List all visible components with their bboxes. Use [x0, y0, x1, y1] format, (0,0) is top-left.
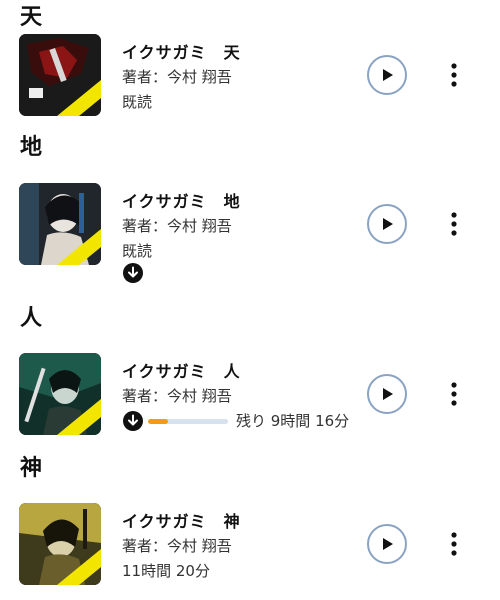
more-options-button[interactable]	[440, 55, 468, 95]
book-cover[interactable]	[19, 353, 101, 435]
play-icon	[383, 69, 393, 81]
book-author: 著者：今村 翔吾	[122, 387, 232, 405]
more-vertical-icon	[451, 382, 457, 406]
play-icon	[383, 388, 393, 400]
play-button[interactable]	[367, 374, 407, 414]
more-options-button[interactable]	[440, 204, 468, 244]
time-remaining: 残り 9時間 16分	[236, 412, 350, 430]
section-header-hito: 人	[20, 305, 43, 333]
list-item[interactable]: イクサガミ 天 著者：今村 翔吾 既読	[0, 34, 500, 126]
book-cover[interactable]	[19, 34, 101, 116]
audiobook-series-list: 天 イクサガミ 天 著者：今村 翔吾 既読 地 イクサガミ 地 著者：今村 翔吾…	[0, 0, 500, 600]
listen-status: 既読	[122, 242, 153, 260]
listening-progress-bar	[148, 419, 228, 424]
book-title[interactable]: イクサガミ 地	[122, 188, 241, 212]
more-options-button[interactable]	[440, 524, 468, 564]
book-title[interactable]: イクサガミ 神	[122, 508, 241, 532]
book-author: 著者：今村 翔吾	[122, 217, 232, 235]
more-vertical-icon	[451, 532, 457, 556]
total-duration: 11時間 20分	[122, 562, 210, 580]
section-header-kami: 神	[20, 455, 43, 483]
book-cover[interactable]	[19, 183, 101, 265]
play-icon	[383, 218, 393, 230]
downloaded-icon	[123, 411, 143, 431]
book-cover[interactable]	[19, 503, 101, 585]
book-title[interactable]: イクサガミ 人	[122, 358, 241, 382]
more-vertical-icon	[451, 212, 457, 236]
book-title[interactable]: イクサガミ 天	[122, 39, 241, 63]
list-item[interactable]: イクサガミ 地 著者：今村 翔吾 既読	[0, 183, 500, 283]
listen-status: 既読	[122, 93, 153, 111]
more-options-button[interactable]	[440, 374, 468, 414]
list-item[interactable]: イクサガミ 神 著者：今村 翔吾 11時間 20分	[0, 503, 500, 595]
list-item[interactable]: イクサガミ 人 著者：今村 翔吾 残り 9時間 16分	[0, 353, 500, 445]
book-author: 著者：今村 翔吾	[122, 537, 232, 555]
book-author: 著者：今村 翔吾	[122, 68, 232, 86]
play-icon	[383, 538, 393, 550]
play-button[interactable]	[367, 524, 407, 564]
downloaded-icon	[123, 263, 143, 283]
more-vertical-icon	[451, 63, 457, 87]
play-button[interactable]	[367, 55, 407, 95]
play-button[interactable]	[367, 204, 407, 244]
section-header-chi: 地	[20, 134, 43, 162]
section-header-ten: 天	[20, 4, 43, 32]
progress-fill	[148, 419, 168, 424]
